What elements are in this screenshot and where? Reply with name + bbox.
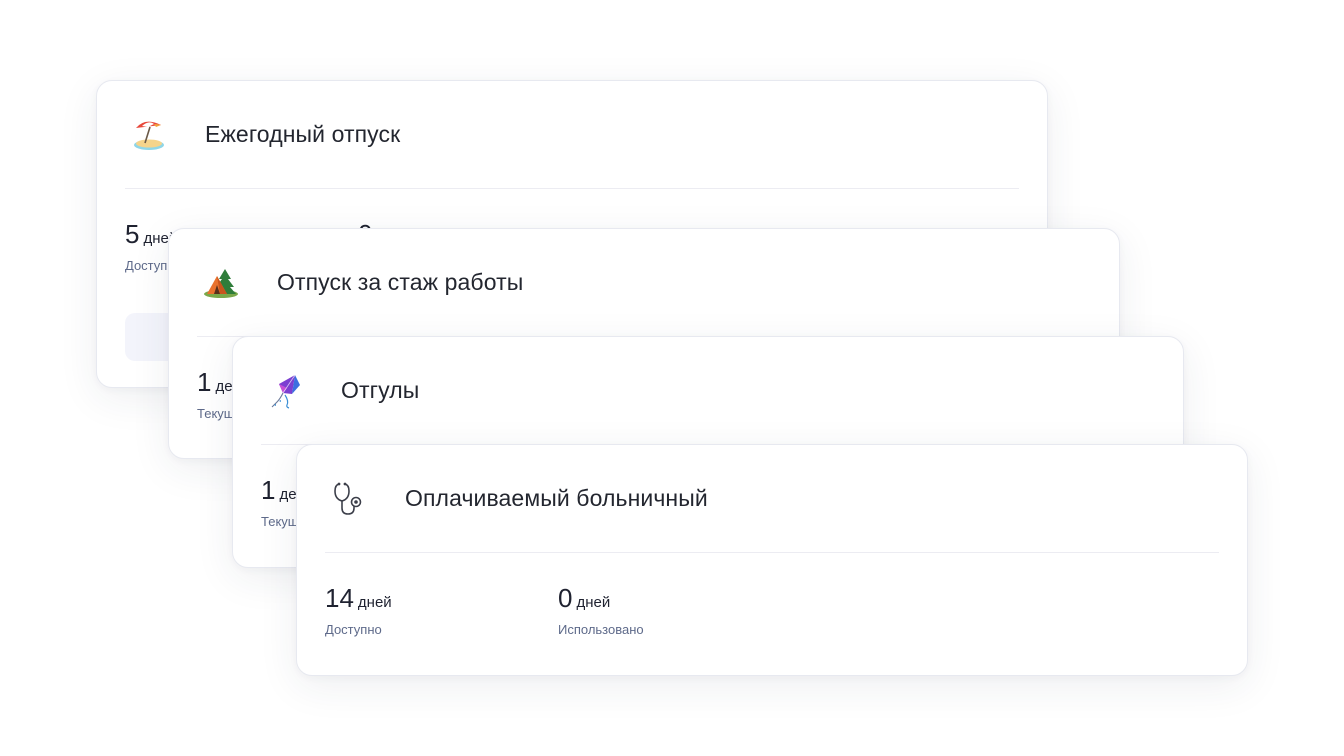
stat-used: 0 дней Использовано	[558, 583, 791, 637]
stat-number: 1	[197, 367, 212, 397]
stat-label: Доступно	[325, 622, 382, 637]
stethoscope-icon	[325, 475, 373, 523]
stats-row: 14 дней Доступно 0 дней Использовано	[325, 583, 791, 637]
stat-number: 5	[125, 219, 140, 249]
stat-number: 14	[325, 583, 354, 613]
card-title: Ежегодный отпуск	[205, 121, 401, 147]
card-title: Оплачиваемый больничный	[405, 485, 708, 511]
stat-unit: дней	[357, 594, 392, 611]
beach-umbrella-icon	[125, 111, 173, 159]
stat-number: 1	[261, 475, 276, 505]
card-header: Отпуск за стаж работы	[197, 229, 1091, 337]
card-title: Отгулы	[341, 377, 420, 403]
stat-unit: дней	[576, 594, 611, 611]
leave-cards-stage: Ежегодный отпуск 5 дней Доступно 0	[0, 0, 1344, 756]
card-title: Отпуск за стаж работы	[277, 269, 524, 295]
stat-label: Использовано	[558, 622, 644, 637]
stat-number: 0	[558, 583, 573, 613]
stat-available: 14 дней Доступно	[325, 583, 558, 637]
kite-icon	[261, 367, 309, 415]
leave-card-sick[interactable]: Оплачиваемый больничный 14 дней Доступно…	[296, 444, 1248, 676]
card-header: Оплачиваемый больничный	[325, 445, 1219, 553]
card-header: Ежегодный отпуск	[125, 81, 1019, 189]
camping-tent-icon	[197, 259, 245, 307]
card-header: Отгулы	[261, 337, 1155, 445]
